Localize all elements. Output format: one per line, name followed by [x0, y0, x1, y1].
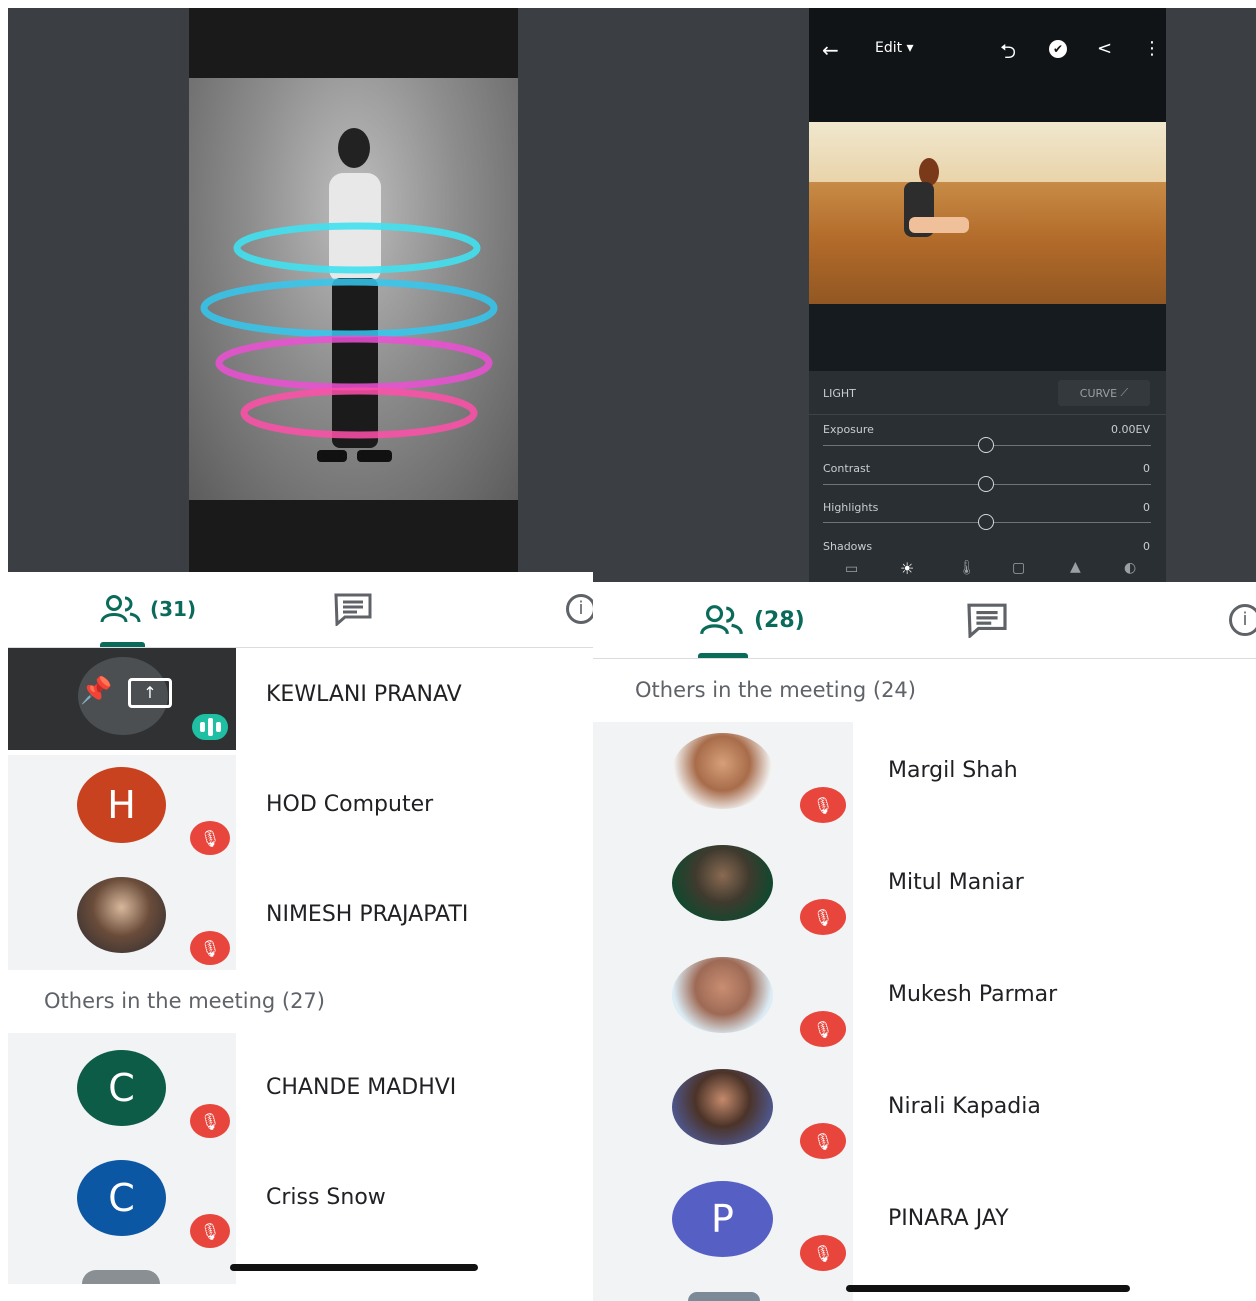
participant-name: Criss Snow	[266, 1185, 386, 1210]
panel-title: LIGHT	[823, 387, 856, 400]
avatar	[672, 1069, 773, 1145]
home-indicator[interactable]	[230, 1264, 478, 1271]
effects-tool-icon[interactable]: ▢	[1012, 560, 1025, 576]
participant-name: PINARA JAY	[888, 1206, 1009, 1231]
edit-menu-button[interactable]: Edit ▾	[875, 40, 914, 56]
check-icon[interactable]: ✔	[1049, 40, 1067, 58]
shadows-label: Shadows	[823, 540, 873, 553]
light-trail-illustration	[200, 128, 498, 462]
avatar-initial: C	[108, 1176, 135, 1220]
avatar	[82, 1270, 160, 1284]
exposure-value: 0.00EV	[1111, 423, 1150, 436]
contrast-value: 0	[1143, 462, 1150, 475]
participant-name: Mitul Maniar	[888, 870, 1024, 895]
avatar: H	[77, 767, 166, 843]
tab-people-right[interactable]: (28)	[698, 604, 805, 636]
avatar-initial: H	[107, 783, 136, 827]
muted-mic-icon: 🎙	[190, 931, 230, 965]
optics-tool-icon[interactable]: ◐	[1124, 560, 1136, 576]
contrast-slider-handle[interactable]	[978, 476, 994, 492]
avatar-initial: P	[711, 1197, 734, 1241]
tab-info-left[interactable]: i	[566, 594, 593, 626]
girl-in-field-photo	[809, 122, 1166, 304]
detail-tool-icon[interactable]: ▲	[1070, 559, 1081, 575]
muted-mic-icon: 🎙	[190, 1214, 230, 1248]
avatar	[688, 1292, 760, 1301]
others-section-title: Others in the meeting (27)	[44, 989, 325, 1013]
avatar: P	[672, 1181, 773, 1257]
share-icon[interactable]: <	[1097, 38, 1112, 59]
editor-toolbar	[809, 8, 1166, 123]
tab-chat-right[interactable]	[965, 602, 1009, 642]
tab-people-left[interactable]: (31)	[100, 594, 196, 624]
people-icon	[700, 605, 743, 635]
color-temperature-tool-icon[interactable]: 🌡	[958, 560, 976, 576]
tab-chat-left[interactable]	[333, 592, 373, 630]
muted-mic-icon: 🎙	[800, 899, 846, 935]
muted-mic-icon: 🎙	[800, 1011, 846, 1047]
curve-button[interactable]: CURVE ⟋	[1058, 380, 1150, 406]
highlights-label: Highlights	[823, 501, 879, 514]
participant-name: Mukesh Parmar	[888, 982, 1058, 1007]
story-photo	[189, 78, 518, 500]
people-count: (31)	[150, 597, 197, 621]
muted-mic-icon: 🎙	[190, 821, 230, 855]
participant-name: CHANDE MADHVI	[266, 1075, 457, 1100]
avatar: C	[77, 1050, 166, 1126]
info-icon: i	[566, 594, 593, 624]
pinned-tile[interactable]: 📌 ↑	[8, 648, 236, 750]
exposure-label: Exposure	[823, 423, 874, 436]
pin-icon[interactable]: 📌	[80, 676, 112, 706]
more-options-icon[interactable]: ⋮	[1143, 38, 1161, 59]
light-tool-icon[interactable]: ☀	[900, 559, 914, 578]
exposure-slider-handle[interactable]	[978, 437, 994, 453]
speaking-indicator-icon	[192, 714, 228, 740]
tab-divider	[593, 658, 1256, 659]
muted-mic-icon: 🎙	[190, 1104, 230, 1138]
tab-info-right[interactable]: i	[1229, 604, 1256, 638]
participant-name: KEWLANI PRANAV	[266, 682, 462, 707]
participant-name: Margil Shah	[888, 758, 1018, 783]
participant-name: NIMESH PRAJAPATI	[266, 902, 469, 927]
participant-name: Nirali Kapadia	[888, 1094, 1041, 1119]
contrast-label: Contrast	[823, 462, 871, 475]
panel-divider	[809, 414, 1166, 415]
avatar	[672, 957, 773, 1033]
highlights-value: 0	[1143, 501, 1150, 514]
chat-icon	[967, 603, 1007, 640]
muted-mic-icon: 🎙	[800, 1235, 846, 1271]
info-icon: i	[1229, 604, 1256, 636]
home-indicator[interactable]	[846, 1285, 1130, 1292]
avatar: C	[77, 1160, 166, 1236]
crop-tool-icon[interactable]: ▭	[845, 561, 858, 577]
muted-mic-icon: 🎙	[800, 787, 846, 823]
people-count: (28)	[754, 607, 805, 633]
participant-name: HOD Computer	[266, 792, 434, 817]
highlights-slider-handle[interactable]	[978, 514, 994, 530]
presenting-icon: ↑	[128, 678, 172, 708]
avatar	[77, 877, 166, 953]
undo-icon[interactable]: ⮌	[1000, 37, 1016, 71]
muted-mic-icon: 🎙	[800, 1123, 846, 1159]
editor-photo	[809, 122, 1166, 304]
avatar	[672, 733, 773, 809]
others-section-title: Others in the meeting (24)	[635, 678, 916, 702]
avatar	[672, 845, 773, 921]
avatar-initial: C	[108, 1066, 135, 1110]
back-arrow-icon[interactable]: ←	[822, 38, 839, 62]
shadows-value: 0	[1143, 540, 1150, 553]
people-icon	[100, 595, 141, 623]
curve-label: CURVE	[1079, 386, 1118, 400]
chat-icon	[334, 593, 372, 628]
